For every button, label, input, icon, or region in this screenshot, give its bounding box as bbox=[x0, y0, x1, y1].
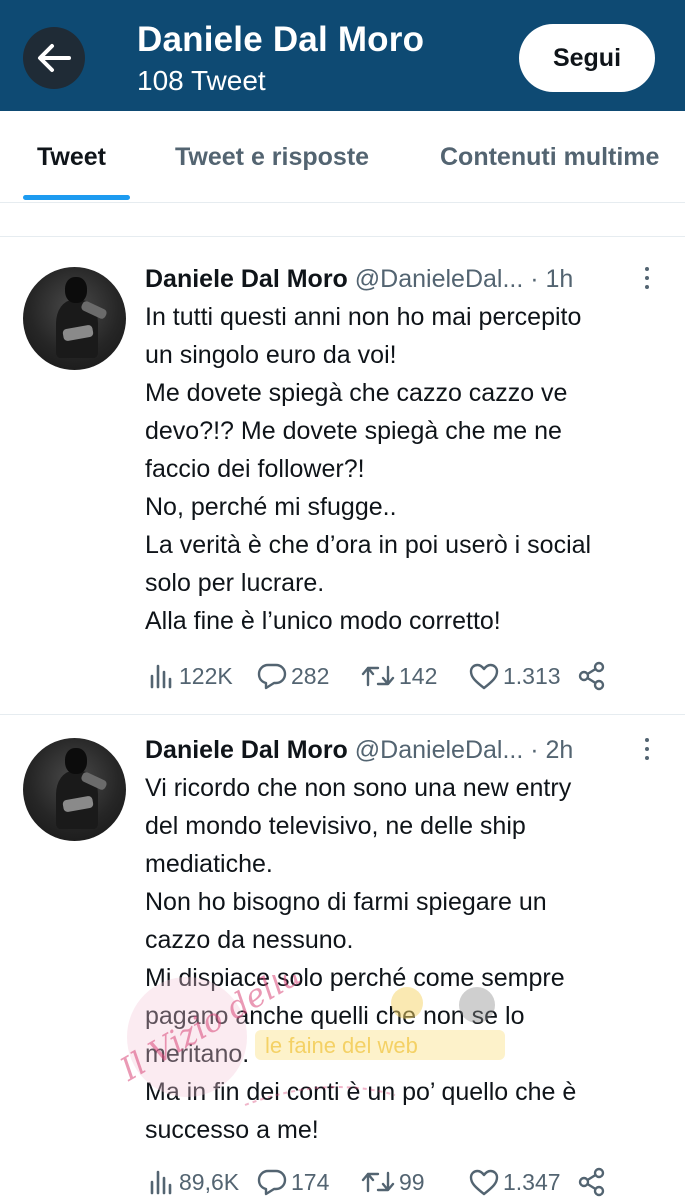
profile-name: Daniele Dal Moro bbox=[137, 20, 425, 59]
like-button[interactable]: 1.347 bbox=[469, 1165, 561, 1199]
more-options-icon[interactable] bbox=[642, 267, 652, 294]
heart-icon bbox=[469, 663, 499, 689]
profile-header: Daniele Dal Moro 108 Tweet Segui bbox=[0, 0, 685, 111]
tweet-text: In tutti questi anni non ho mai percepit… bbox=[145, 303, 592, 635]
retweet-icon bbox=[361, 665, 395, 687]
retweet-button[interactable]: 142 bbox=[361, 659, 437, 693]
avatar[interactable] bbox=[23, 738, 126, 841]
share-icon bbox=[578, 1167, 605, 1197]
reply-count: 282 bbox=[291, 662, 330, 689]
profile-tabs: Tweet Tweet e risposte Contenuti multime bbox=[0, 111, 685, 203]
tweet-timestamp: · 2h bbox=[530, 736, 574, 764]
tab-contenuti-multimediali[interactable]: Contenuti multime bbox=[440, 143, 659, 172]
active-tab-indicator bbox=[23, 195, 130, 200]
reply-count: 174 bbox=[291, 1168, 330, 1195]
follow-button[interactable]: Segui bbox=[519, 24, 655, 92]
more-options-icon[interactable] bbox=[642, 738, 652, 765]
tweet-timestamp: · 1h bbox=[530, 265, 574, 293]
retweet-icon bbox=[361, 1171, 395, 1193]
tweet-author-name[interactable]: Daniele Dal Moro bbox=[145, 736, 348, 764]
reply-button[interactable]: 282 bbox=[257, 659, 329, 693]
reply-icon bbox=[257, 663, 287, 690]
tweet-author-handle[interactable]: @DanieleDal... bbox=[355, 736, 524, 764]
views-icon bbox=[150, 664, 172, 689]
tab-tweet[interactable]: Tweet bbox=[37, 143, 106, 172]
heart-icon bbox=[469, 1169, 499, 1195]
tweet-author-name[interactable]: Daniele Dal Moro bbox=[145, 265, 348, 293]
share-button[interactable] bbox=[577, 1165, 607, 1199]
views-button[interactable]: 89,6K bbox=[149, 1165, 239, 1199]
retweet-count: 142 bbox=[399, 662, 438, 689]
like-count: 1.347 bbox=[503, 1168, 561, 1195]
share-icon bbox=[578, 661, 605, 691]
share-button[interactable] bbox=[577, 659, 607, 693]
retweet-button[interactable]: 99 bbox=[361, 1165, 425, 1199]
tweet[interactable]: Daniele Dal Moro @DanieleDal... · 2h Vi … bbox=[0, 715, 685, 1200]
tweet-count: 108 Tweet bbox=[137, 65, 266, 96]
views-icon bbox=[150, 1170, 172, 1195]
tweet[interactable]: Daniele Dal Moro @DanieleDal... · 1h In … bbox=[0, 237, 685, 714]
tweet-text: Vi ricordo che non sono una new entry de… bbox=[145, 774, 577, 1144]
like-count: 1.313 bbox=[503, 662, 561, 689]
tweet-header: Daniele Dal Moro @DanieleDal... · 2h bbox=[145, 736, 573, 765]
views-button[interactable]: 122K bbox=[149, 659, 233, 693]
tweet-actions: 89,6K 174 99 1.347 bbox=[145, 1165, 675, 1199]
like-button[interactable]: 1.313 bbox=[469, 659, 561, 693]
avatar[interactable] bbox=[23, 267, 126, 370]
views-count: 89,6K bbox=[179, 1168, 240, 1195]
tweet-actions: 122K 282 142 1.313 bbox=[145, 659, 675, 693]
tab-tweet-e-risposte[interactable]: Tweet e risposte bbox=[175, 143, 369, 172]
back-button[interactable] bbox=[23, 27, 85, 89]
reply-icon bbox=[257, 1169, 287, 1196]
reply-button[interactable]: 174 bbox=[257, 1165, 329, 1199]
views-count: 122K bbox=[179, 662, 233, 689]
arrow-left-icon bbox=[38, 44, 71, 72]
retweet-count: 99 bbox=[399, 1168, 425, 1195]
tweet-header: Daniele Dal Moro @DanieleDal... · 1h bbox=[145, 265, 573, 294]
tweet-author-handle[interactable]: @DanieleDal... bbox=[355, 265, 524, 293]
